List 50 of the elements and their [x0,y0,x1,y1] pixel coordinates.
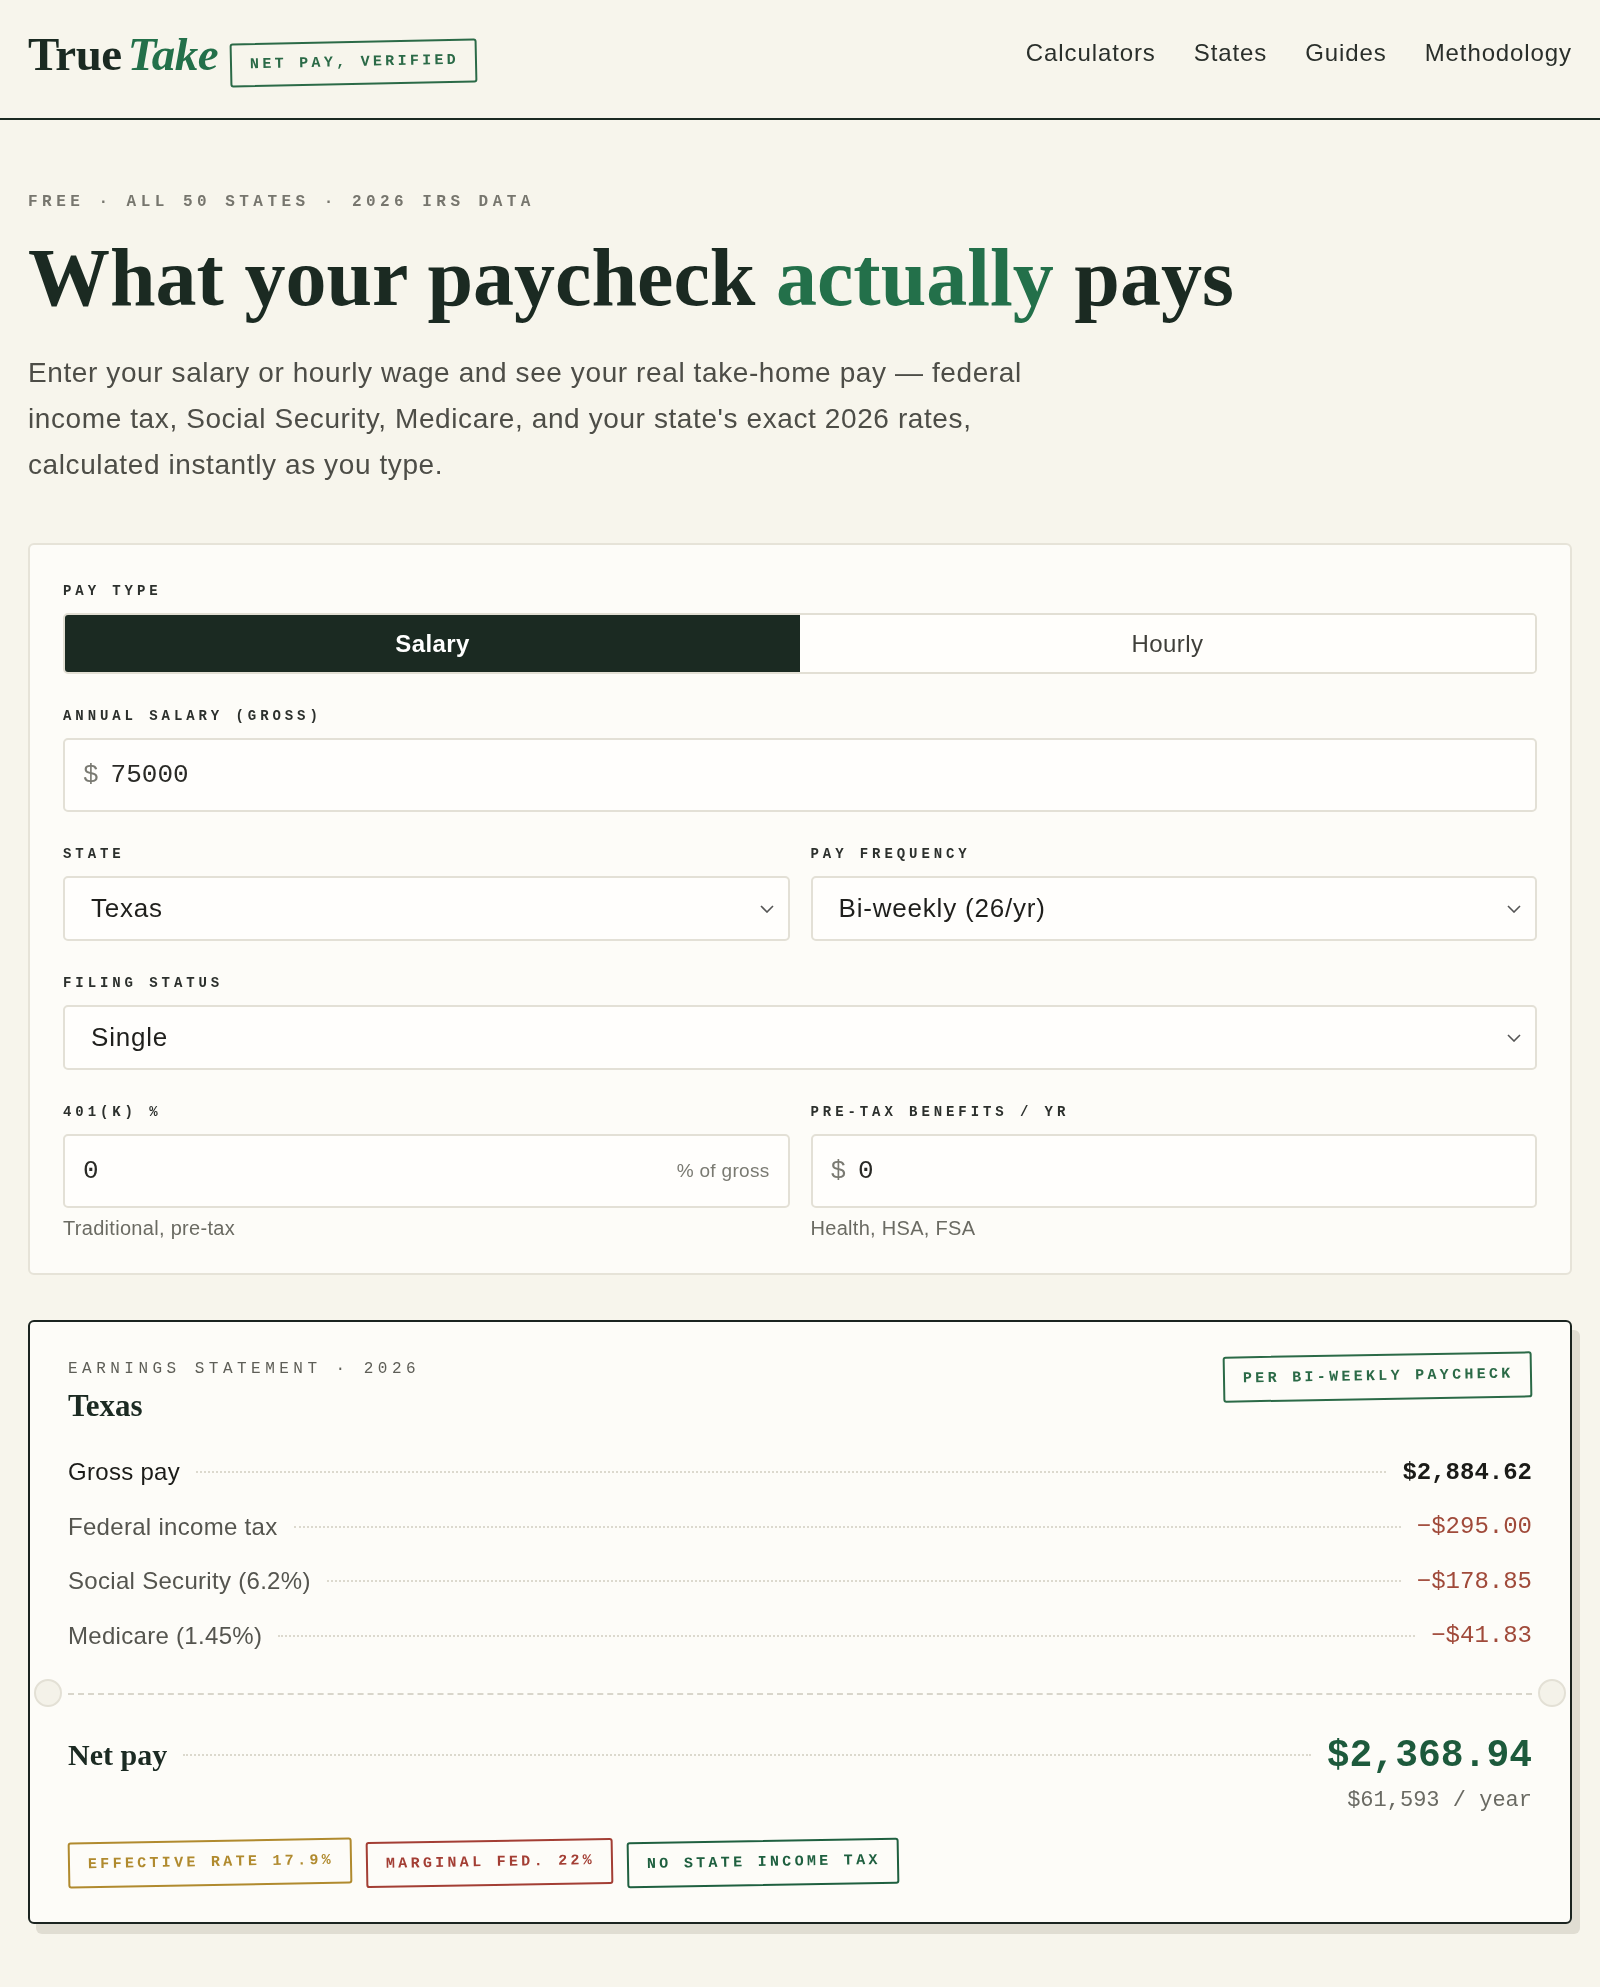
hero-heading: What your paycheck actually pays [28,232,1235,324]
currency-prefix: $ [830,1156,847,1186]
select-dropdown[interactable]: Texas [63,876,790,941]
text-input[interactable]: $ 75000 [63,738,1537,812]
select-dropdown[interactable]: Single [63,1005,1537,1070]
field-label: PAY TYPE [63,583,162,599]
text-input[interactable]: $ 0 [810,1134,1537,1208]
line-item-amount: −$295.00 [1416,1513,1532,1541]
chevron-down-icon [1507,904,1521,913]
chevron-down-icon [759,904,774,913]
unit-suffix: % of gross [676,1160,770,1182]
line-item-label: Medicare (1.45%) [68,1621,263,1650]
line-item-amount: −$41.83 [1431,1622,1532,1650]
pay-type-tab[interactable]: Salary [65,615,800,672]
line-item-label: Social Security (6.2%) [68,1567,311,1596]
line-item-label: Gross pay [68,1458,181,1487]
line-item-amount: −$178.85 [1416,1567,1532,1595]
circle-notch-icon [1538,1679,1566,1707]
rate-tag: NO STATE INCOME TAX [626,1837,900,1889]
nav-link[interactable]: Guides [1305,39,1387,67]
field-label: 401(K) % [63,1104,162,1120]
period-badge: PER BI-WEEKLY PAYCHECK [1223,1351,1533,1403]
statement-eyebrow: EARNINGS STATEMENT · 2026 [68,1360,421,1378]
field-label: FILING STATUS [63,975,224,991]
currency-prefix: $ [83,760,99,790]
tagline-badge: NET PAY, VERIFIED [229,38,478,88]
field-label: PRE-TAX BENEFITS / YR [810,1104,1070,1120]
statement-title: Texas [68,1388,143,1424]
field-hint: Traditional, pre-tax [63,1217,235,1239]
intro-paragraph: Enter your salary or hourly wage and see your real take-home pay — federal income tax, Social Security, Medicare, and your state's exact 2026 rates, calculated instantly as you type. [28,356,1023,482]
nav-link[interactable]: States [1193,39,1268,67]
net-pay-amount: $2,368.94 [1326,1733,1532,1777]
field-label: PAY FREQUENCY [810,846,971,862]
chevron-down-icon [1507,1033,1521,1042]
eyebrow-text: FREE · ALL 50 STATES · 2026 IRS DATA [28,192,536,212]
rate-tag: MARGINAL FED. 22% [365,1837,614,1889]
line-item-label: Federal income tax [68,1512,278,1541]
text-input[interactable]: 0 % of gross [63,1134,790,1208]
nav-link[interactable]: Methodology [1424,39,1572,67]
annual-net-pay: $61,593 / year [1347,1788,1532,1814]
field-label: STATE [63,846,125,862]
circle-notch-icon [34,1679,62,1707]
line-item-amount: $2,884.62 [1402,1458,1532,1486]
net-pay-label: Net pay [68,1738,168,1772]
rate-tag: EFFECTIVE RATE 17.9% [67,1837,353,1889]
nav-link[interactable]: Calculators [1025,39,1156,67]
logo-wordmark[interactable]: True Take [28,28,218,80]
field-label: ANNUAL SALARY (GROSS) [63,708,322,724]
select-dropdown[interactable]: Bi-weekly (26/yr) [810,876,1537,941]
field-hint: Health, HSA, FSA [810,1217,976,1239]
